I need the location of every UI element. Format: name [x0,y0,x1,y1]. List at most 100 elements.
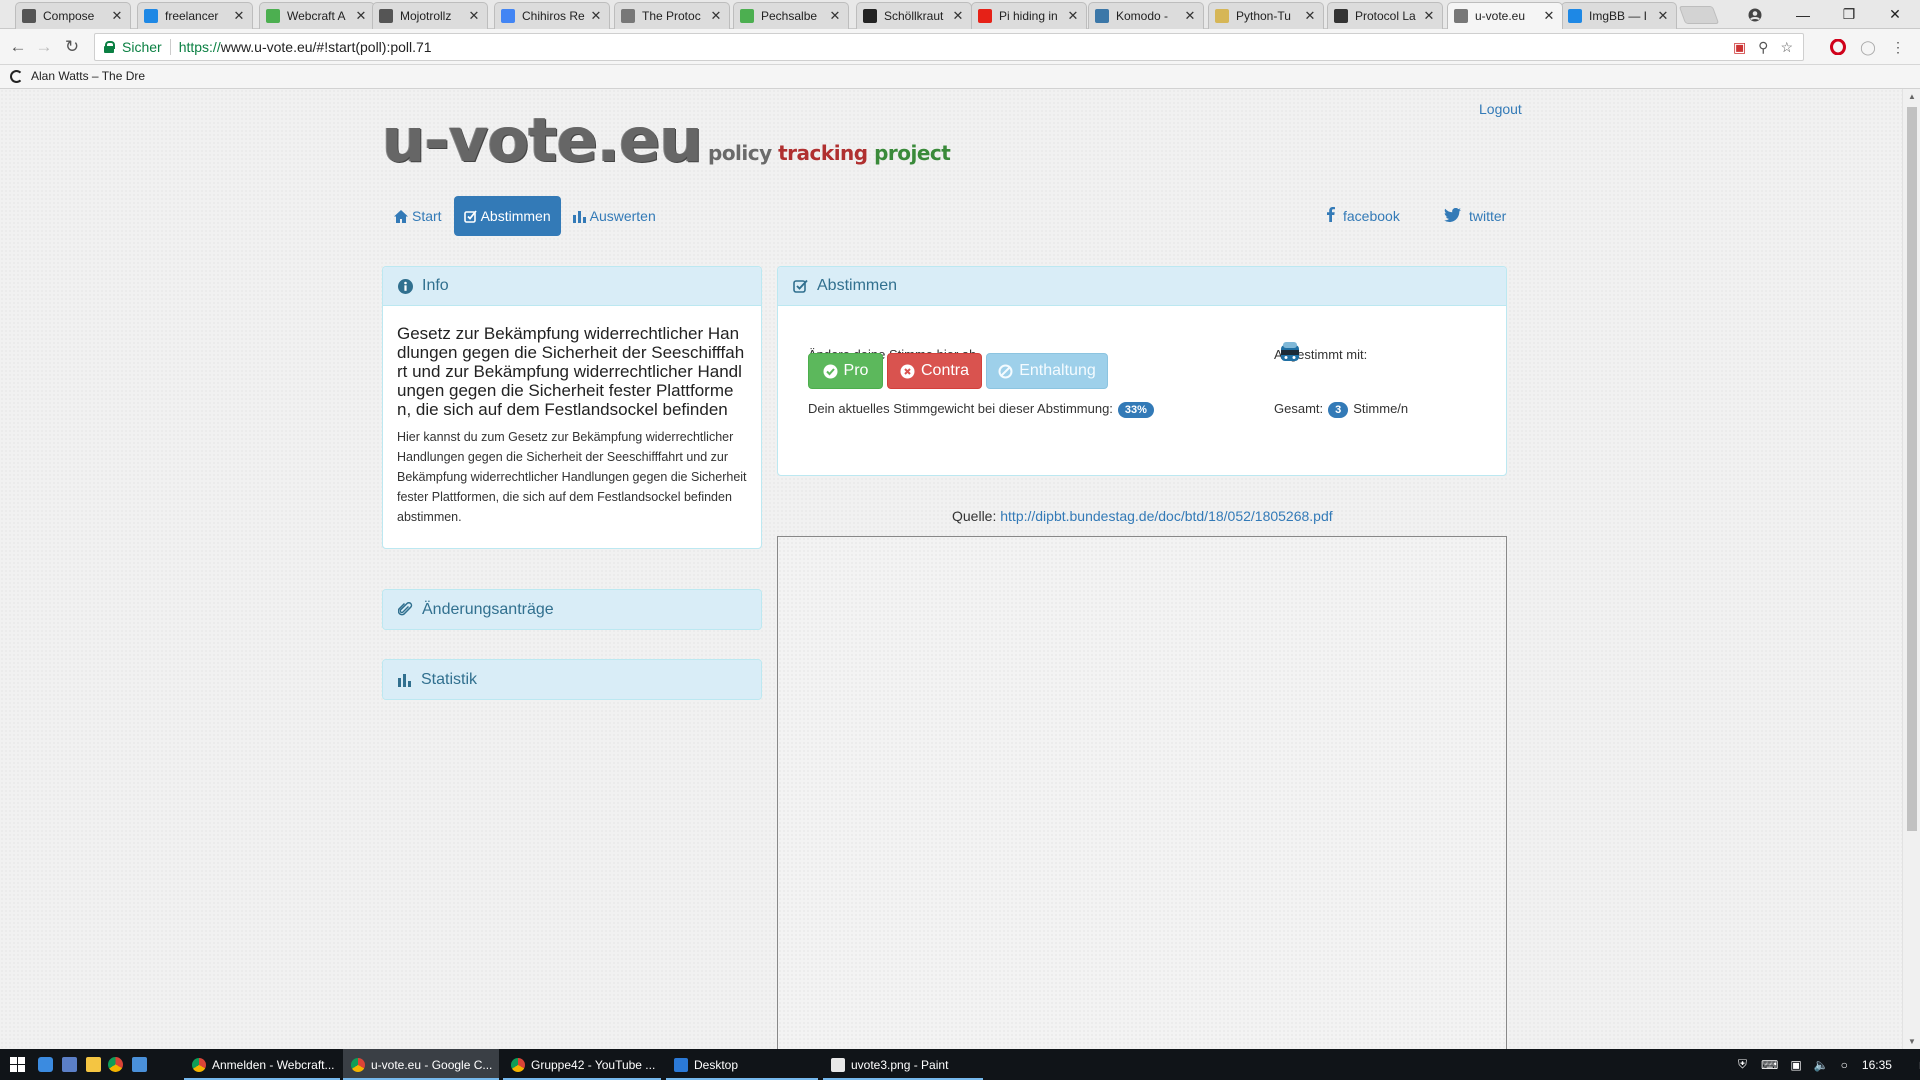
taskbar-item[interactable]: Gruppe42 - YouTube ... [503,1049,661,1080]
blocked-content-icon[interactable]: ▣ [1733,39,1746,56]
browser-tab[interactable]: ImgBB — I ✕ [1561,2,1677,29]
network-icon[interactable]: ▣ [1790,1058,1801,1072]
url-text[interactable]: https://www.u-vote.eu/#!start(poll):poll… [179,39,432,55]
contra-button[interactable]: Contra [887,353,982,389]
profile-icon[interactable] [1732,0,1778,29]
logout-link[interactable]: Logout [1479,101,1522,117]
tab-close-icon[interactable]: ✕ [1422,8,1436,24]
tab-close-icon[interactable]: ✕ [1542,8,1556,24]
scrollbar-thumb[interactable] [1907,107,1917,831]
taskbar-item[interactable]: u-vote.eu - Google C... [343,1049,499,1080]
chrome-icon [351,1057,365,1072]
forward-icon[interactable]: → [32,35,56,59]
info-panel-header: Info [383,267,761,306]
extension-icon[interactable]: ◯ [1858,37,1878,57]
clock[interactable]: 16:35 [1862,1058,1892,1072]
browser-tab[interactable]: freelancer ✕ [137,2,253,29]
key-icon[interactable]: ⚲ [1758,39,1768,56]
minimize-button[interactable]: — [1780,0,1826,29]
browser-tab[interactable]: Schöllkraut ✕ [856,2,972,29]
browser-tab[interactable]: Pechsalbe ✕ [733,2,849,29]
tab-close-icon[interactable]: ✕ [1303,8,1317,24]
browser-tab[interactable]: Pi hiding in ✕ [971,2,1087,29]
browser-tab[interactable]: Komodo - ✕ [1088,2,1204,29]
menu-dots-icon[interactable]: ⋮ [1888,37,1908,57]
browser-tab[interactable]: Python-Tu ✕ [1208,2,1324,29]
tab-close-icon[interactable]: ✕ [709,8,723,24]
tab-close-icon[interactable]: ✕ [951,8,965,24]
vote-total-badge: 3 [1328,402,1349,418]
page-scrollbar[interactable]: ▲ ▼ [1902,89,1920,1049]
info-panel-title: Info [422,277,449,294]
statistics-label: Statistik [421,670,478,688]
taskbar-item[interactable]: uvote3.png - Paint [823,1049,983,1080]
bookmark-star-icon[interactable]: ☆ [1780,39,1793,56]
nav-abstimmen[interactable]: Abstimmen [453,196,561,236]
new-tab-button[interactable] [1678,6,1720,24]
amendments-panel-header[interactable]: Änderungsanträge [383,590,761,629]
chrome-icon[interactable] [108,1057,123,1072]
browser-tab[interactable]: Chihiros Re ✕ [494,2,610,29]
close-window-button[interactable]: ✕ [1872,0,1918,29]
tab-close-icon[interactable]: ✕ [110,8,124,24]
vote-panel-title: Abstimmen [817,277,898,294]
taskbar-item[interactable]: Anmelden - Webcraft... [184,1049,340,1080]
amendments-panel[interactable]: Änderungsanträge [382,589,762,630]
reload-icon[interactable]: ↻ [60,35,84,59]
voter-avatar-icon[interactable] [1277,339,1303,365]
pro-button[interactable]: Pro [808,353,883,389]
tab-close-icon[interactable]: ✕ [1656,8,1670,24]
twitter-link[interactable]: twitter [1444,196,1506,236]
site-logo[interactable]: u-vote.eu [382,105,703,176]
tab-close-icon[interactable]: ✕ [354,8,368,24]
scroll-down-icon[interactable]: ▼ [1908,1037,1916,1046]
vote-panel-header: Abstimmen [778,267,1506,306]
tab-close-icon[interactable]: ✕ [232,8,246,24]
browser-tab[interactable]: Compose ✕ [15,2,131,29]
windows-start-icon[interactable] [10,1057,25,1072]
chrome-icon [192,1057,206,1072]
browser-tab-label: Python-Tu [1236,9,1291,23]
keyboard-icon[interactable]: ⌨ [1761,1058,1778,1072]
tab-close-icon[interactable]: ✕ [1183,8,1197,24]
tab-close-icon[interactable]: ✕ [467,8,481,24]
tab-close-icon[interactable]: ✕ [589,8,603,24]
remote-desktop-icon[interactable] [132,1057,147,1072]
browser-tab[interactable]: The Protoc ✕ [614,2,730,29]
bookmark-item[interactable]: Alan Watts – The Dre [10,69,145,83]
tab-close-icon[interactable]: ✕ [828,8,842,24]
info-panel: Info Gesetz zur Bekämpfung widerrechtlic… [382,266,762,549]
scroll-up-icon[interactable]: ▲ [1908,92,1916,101]
vote-weight-label: Dein aktuelles Stimmgewicht bei dieser A… [808,401,1113,416]
tab-close-icon[interactable]: ✕ [1066,8,1080,24]
file-explorer-icon[interactable] [86,1057,101,1072]
ime-icon[interactable]: ○ [1841,1058,1848,1072]
wikipedia-icon [863,9,877,23]
ie-icon[interactable] [38,1057,53,1072]
statistics-panel-header[interactable]: Statistik [383,660,761,699]
taskbar-item[interactable]: Desktop [666,1049,818,1080]
abstain-button[interactable]: Enthaltung [986,353,1108,389]
home-icon [394,209,408,223]
browser-tab[interactable]: u-vote.eu ✕ [1447,2,1563,29]
bill-description: Hier kannst du zum Gesetz zur Bekämpfung… [397,430,747,524]
windows-defender-icon[interactable]: ⛨ [1738,1057,1747,1072]
nav-start[interactable]: Start [384,196,452,236]
pdf-embed-frame[interactable] [777,536,1507,1049]
facebook-label: facebook [1343,208,1400,224]
source-link[interactable]: http://dipbt.bundestag.de/doc/btd/18/052… [1000,508,1332,524]
statistics-panel[interactable]: Statistik [382,659,762,700]
url-path: www.u-vote.eu/#!start(poll):poll.71 [220,39,432,55]
facebook-link[interactable]: facebook [1327,196,1400,236]
volume-icon[interactable]: 🔈 [1814,1058,1829,1072]
opera-extension-icon[interactable] [1828,37,1848,57]
calendar-icon[interactable] [62,1057,77,1072]
back-icon[interactable]: ← [6,35,30,59]
restore-button[interactable]: ❐ [1826,0,1872,29]
browser-tab[interactable]: Mojotrollz ✕ [372,2,488,29]
nav-auswerten[interactable]: Auswerten [563,196,666,236]
browser-tab[interactable]: Webcraft A ✕ [259,2,375,29]
browser-tab[interactable]: Protocol La ✕ [1327,2,1443,29]
twitter-label: twitter [1469,208,1507,224]
address-bar[interactable]: Sicher https://www.u-vote.eu/#!start(pol… [94,33,1804,61]
